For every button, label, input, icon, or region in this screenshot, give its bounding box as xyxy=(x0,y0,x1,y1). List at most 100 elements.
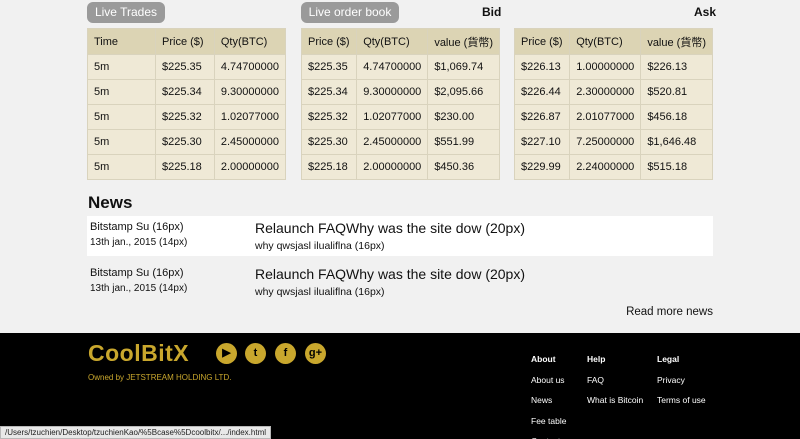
table-cell: $225.35 xyxy=(300,54,358,80)
table-row: $225.30 2.45000000 $551.99 xyxy=(300,129,500,155)
table-cell: 2.45000000 xyxy=(213,129,287,155)
live-order-book-button[interactable]: Live order book xyxy=(301,2,399,23)
table-cell: $226.13 xyxy=(640,54,713,80)
table-cell: $225.30 xyxy=(155,129,215,155)
news-headline-link[interactable]: Relaunch FAQWhy was the site dow (20px) xyxy=(255,265,525,284)
news-headline-link[interactable]: Relaunch FAQWhy was the site dow (20px) xyxy=(255,219,525,238)
table-row: 5m $225.18 2.00000000 xyxy=(87,154,287,180)
table-cell: 2.24000000 xyxy=(569,154,642,180)
table-cell: 1.00000000 xyxy=(569,54,642,80)
table-cell: $226.87 xyxy=(513,104,571,130)
table-cell: 2.01077000 xyxy=(569,104,642,130)
table-row: 5m $225.30 2.45000000 xyxy=(87,129,287,155)
table-cell: $226.13 xyxy=(513,54,571,80)
footer-about-title: About xyxy=(531,354,556,364)
table-row: 5m $225.34 9.30000000 xyxy=(87,79,287,105)
table-cell: $2,095.66 xyxy=(427,79,500,105)
table-cell: 5m xyxy=(87,79,156,105)
footer-link-contact-us[interactable]: Contact us xyxy=(531,431,572,439)
table-row: 5m $225.32 1.02077000 xyxy=(87,104,287,130)
table-cell: 2.00000000 xyxy=(213,154,287,180)
footer-link-privacy[interactable]: Privacy xyxy=(657,370,706,391)
table-cell: $225.32 xyxy=(155,104,215,130)
table-cell: $227.10 xyxy=(513,129,571,155)
table-row: $226.87 2.01077000 $456.18 xyxy=(513,104,713,130)
table-cell: $520.81 xyxy=(640,79,713,105)
news-source: Bitstamp Su (16px) xyxy=(90,267,184,279)
footer-link-faq[interactable]: FAQ xyxy=(587,370,643,391)
table-cell: $225.34 xyxy=(155,79,215,105)
google-plus-icon[interactable]: g+ xyxy=(305,343,326,364)
table-cell: 9.30000000 xyxy=(356,79,429,105)
table-cell: $225.18 xyxy=(155,154,215,180)
news-date: 13th jan., 2015 (14px) xyxy=(90,283,188,294)
footer-legal-title: Legal xyxy=(657,354,680,364)
table-cell: 9.30000000 xyxy=(213,79,287,105)
column-header: Price ($) xyxy=(300,28,358,55)
table-cell: $225.30 xyxy=(300,129,358,155)
table-row: $225.32 1.02077000 $230.00 xyxy=(300,104,500,130)
table-cell: $225.18 xyxy=(300,154,358,180)
table-row: $226.13 1.00000000 $226.13 xyxy=(513,54,713,80)
table-row: $227.10 7.25000000 $1,646.48 xyxy=(513,129,713,155)
table-cell: $226.44 xyxy=(513,79,571,105)
owned-by-text: Owned by JETSTREAM HOLDING LTD. xyxy=(88,373,232,382)
read-more-news-link[interactable]: Read more news xyxy=(626,306,713,318)
column-header: Price ($) xyxy=(155,28,215,55)
table-cell: 7.25000000 xyxy=(569,129,642,155)
news-item[interactable]: Bitstamp Su (16px) 13th jan., 2015 (14px… xyxy=(87,262,713,302)
ask-label: Ask xyxy=(694,5,717,19)
table-cell: $225.32 xyxy=(300,104,358,130)
news-heading: News xyxy=(88,193,133,212)
table-row: $225.18 2.00000000 $450.36 xyxy=(300,154,500,180)
table-cell: $225.34 xyxy=(300,79,358,105)
column-header: Qty(BTC) xyxy=(213,28,287,55)
footer-legal-column: Legal Privacy Terms of use xyxy=(657,349,706,411)
table-cell: 1.02077000 xyxy=(356,104,429,130)
table-cell: $456.18 xyxy=(640,104,713,130)
table-cell: $230.00 xyxy=(427,104,500,130)
table-row: $226.44 2.30000000 $520.81 xyxy=(513,79,713,105)
table-cell: $229.99 xyxy=(513,154,571,180)
table-cell: 5m xyxy=(87,54,156,80)
table-cell: 4.74700000 xyxy=(213,54,287,80)
column-header: Price ($) xyxy=(513,28,571,55)
footer-link-news[interactable]: News xyxy=(531,390,572,411)
twitter-icon[interactable]: t xyxy=(245,343,266,364)
youtube-icon[interactable]: ▶ xyxy=(216,343,237,364)
live-trades-button[interactable]: Live Trades xyxy=(87,2,165,23)
table-row: $225.35 4.74700000 $1,069.74 xyxy=(300,54,500,80)
table-cell: 5m xyxy=(87,154,156,180)
facebook-icon[interactable]: f xyxy=(275,343,296,364)
browser-status-bar: /Users/tzuchien/Desktop/tzuchienKao/%5Bc… xyxy=(0,426,272,439)
live-trades-table: Time Price ($) Qty(BTC) 5m $225.35 4.74700… xyxy=(87,28,287,180)
footer-help-column: Help FAQ What is Bitcoin xyxy=(587,349,643,411)
table-row: 5m $225.35 4.74700000 xyxy=(87,54,287,80)
column-header: Qty(BTC) xyxy=(569,28,642,55)
footer-link-terms[interactable]: Terms of use xyxy=(657,390,706,411)
footer-link-fee-table[interactable]: Fee table xyxy=(531,411,572,432)
table-cell: $450.36 xyxy=(427,154,500,180)
footer-about-column: About About us News Fee table Contact us xyxy=(531,349,572,439)
table-cell: $551.99 xyxy=(427,129,500,155)
column-header: Qty(BTC) xyxy=(356,28,429,55)
news-date: 13th jan., 2015 (14px) xyxy=(90,237,188,248)
table-row: $229.99 2.24000000 $515.18 xyxy=(513,154,713,180)
column-header: Time xyxy=(87,28,156,55)
footer-link-about-us[interactable]: About us xyxy=(531,370,572,391)
table-cell: 2.30000000 xyxy=(569,79,642,105)
table-cell: 4.74700000 xyxy=(356,54,429,80)
table-cell: 2.45000000 xyxy=(356,129,429,155)
table-cell: 1.02077000 xyxy=(213,104,287,130)
bid-table: Price ($) Qty(BTC) value (貨幣) $225.35 4.7… xyxy=(300,28,500,180)
news-item[interactable]: Bitstamp Su (16px) 13th jan., 2015 (14px… xyxy=(87,216,713,256)
table-cell: 2.00000000 xyxy=(356,154,429,180)
site-footer: CoolBitX Owned by JETSTREAM HOLDING LTD.… xyxy=(0,333,800,439)
column-header: value (貨幣) xyxy=(640,28,713,55)
footer-link-what-is-bitcoin[interactable]: What is Bitcoin xyxy=(587,390,643,411)
column-header: value (貨幣) xyxy=(427,28,500,55)
table-cell: 5m xyxy=(87,104,156,130)
coolbitx-logo[interactable]: CoolBitX xyxy=(88,340,189,367)
table-cell: $1,646.48 xyxy=(640,129,713,155)
ask-table: Price ($) Qty(BTC) value (貨幣) $226.13 1.0… xyxy=(513,28,713,180)
